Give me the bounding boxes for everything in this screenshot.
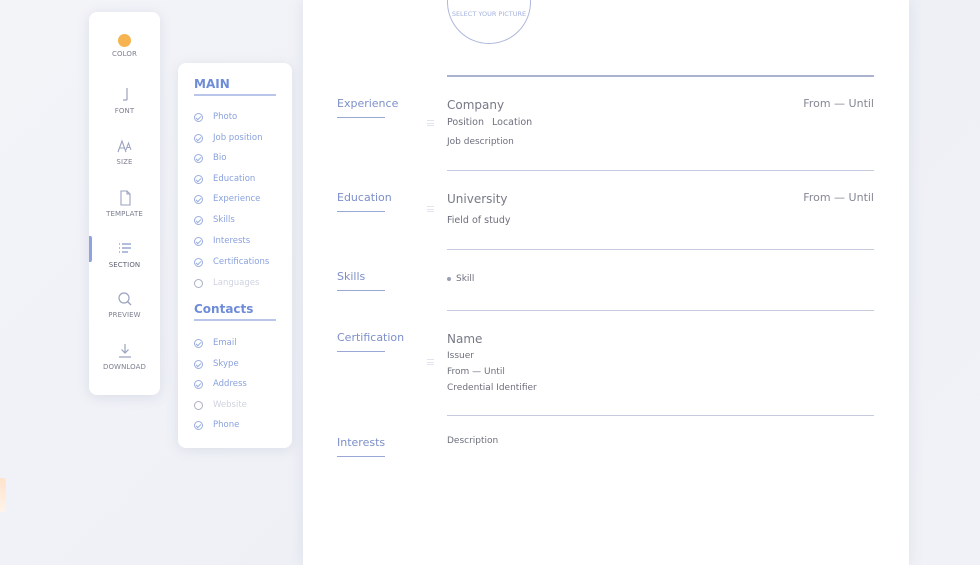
position-field[interactable]: Position: [447, 117, 484, 128]
check-icon: [194, 174, 203, 184]
experience-date[interactable]: From — Until: [803, 97, 874, 110]
credential-field[interactable]: Credential Identifier: [447, 383, 537, 393]
cert-name-field[interactable]: Name: [447, 332, 482, 346]
education-title: Education: [337, 191, 392, 212]
toggle-experience[interactable]: Experience: [194, 194, 260, 204]
drag-handle-icon[interactable]: [427, 359, 434, 365]
color-dot-icon: [118, 34, 131, 47]
download-icon: [118, 344, 131, 358]
check-icon: [194, 338, 203, 348]
main-heading: MAIN: [194, 77, 276, 96]
tools-sidebar: COLOR FONT SIZE TEMPLATE SECTION PREVIEW: [89, 12, 160, 395]
section-tool[interactable]: SECTION: [89, 236, 160, 269]
tool-label: PREVIEW: [108, 311, 141, 319]
toggle-education[interactable]: Education: [194, 174, 255, 184]
issuer-field[interactable]: Issuer: [447, 351, 474, 361]
empty-circle-icon: [194, 278, 203, 288]
empty-circle-icon: [194, 400, 203, 410]
certification-title: Certification: [337, 331, 404, 352]
check-icon: [194, 379, 203, 389]
university-field[interactable]: University: [447, 192, 508, 206]
text-size-icon: [116, 139, 131, 153]
divider: [447, 170, 874, 171]
tool-label: FONT: [114, 107, 135, 115]
check-icon: [194, 215, 203, 225]
divider: [447, 415, 874, 416]
select-picture-button[interactable]: SELECT YOUR PICTURE: [447, 0, 531, 44]
divider: [447, 310, 874, 311]
toggle-email[interactable]: Email: [194, 338, 237, 348]
check-icon: [194, 153, 203, 163]
check-icon: [194, 194, 203, 204]
toggle-skype[interactable]: Skype: [194, 359, 239, 369]
drag-handle-icon[interactable]: [427, 206, 434, 212]
tool-label: COLOR: [112, 50, 137, 58]
interests-description-field[interactable]: Description: [447, 436, 498, 446]
resume-page: SELECT YOUR PICTURE Experience Company F…: [303, 0, 909, 565]
decorative-accent: [0, 478, 6, 512]
education-date[interactable]: From — Until: [803, 191, 874, 204]
toggle-languages[interactable]: Languages: [194, 278, 259, 288]
company-field[interactable]: Company: [447, 98, 504, 112]
tool-label: TEMPLATE: [106, 210, 143, 218]
photo-label: SELECT YOUR PICTURE: [451, 10, 527, 18]
toggle-photo[interactable]: Photo: [194, 112, 237, 122]
interests-title: Interests: [337, 436, 386, 457]
list-icon: [118, 243, 131, 253]
sections-panel: MAIN Photo Job position Bio Education Ex…: [178, 63, 292, 448]
color-tool[interactable]: COLOR: [89, 34, 160, 58]
toggle-bio[interactable]: Bio: [194, 153, 226, 163]
tool-label: DOWNLOAD: [102, 363, 147, 371]
document-icon: [119, 190, 131, 206]
job-description-field[interactable]: Job description: [447, 137, 514, 147]
experience-title: Experience: [337, 97, 398, 118]
toggle-certifications[interactable]: Certifications: [194, 257, 269, 267]
font-icon: [122, 88, 128, 101]
toggle-phone[interactable]: Phone: [194, 420, 239, 430]
tool-label: SIZE: [116, 158, 133, 166]
check-icon: [194, 257, 203, 267]
location-field[interactable]: Location: [492, 117, 532, 128]
search-icon: [117, 292, 131, 306]
check-icon: [194, 133, 203, 143]
check-icon: [194, 420, 203, 430]
template-tool[interactable]: TEMPLATE: [89, 189, 160, 218]
toggle-website[interactable]: Website: [194, 400, 247, 410]
skills-title: Skills: [337, 270, 386, 291]
preview-tool[interactable]: PREVIEW: [89, 290, 160, 319]
font-tool[interactable]: FONT: [89, 86, 160, 115]
download-tool[interactable]: DOWNLOAD: [89, 342, 160, 371]
toggle-skills[interactable]: Skills: [194, 215, 235, 225]
divider: [447, 249, 874, 250]
size-tool[interactable]: SIZE: [89, 137, 160, 166]
check-icon: [194, 236, 203, 246]
cert-date-field[interactable]: From — Until: [447, 367, 505, 377]
check-icon: [194, 359, 203, 369]
toggle-job-position[interactable]: Job position: [194, 133, 262, 143]
skill-item[interactable]: Skill: [447, 274, 474, 284]
contacts-heading: Contacts: [194, 302, 276, 321]
check-icon: [194, 112, 203, 122]
field-of-study-field[interactable]: Field of study: [447, 215, 510, 226]
toggle-address[interactable]: Address: [194, 379, 247, 389]
divider: [447, 75, 874, 77]
toggle-interests[interactable]: Interests: [194, 236, 250, 246]
tool-label: SECTION: [108, 261, 141, 269]
drag-handle-icon[interactable]: [427, 120, 434, 126]
